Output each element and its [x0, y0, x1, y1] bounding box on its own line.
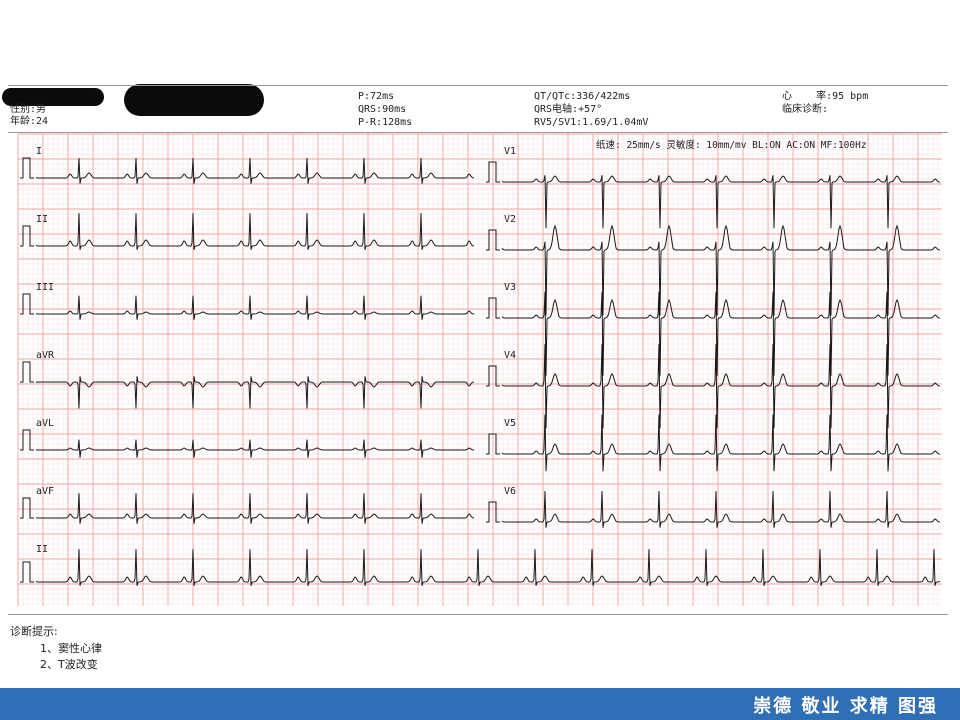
lead-label: III	[36, 282, 54, 293]
qt-qtc: QT/QTc:336/422ms	[534, 91, 631, 102]
patient-gender: 性别:男	[10, 104, 47, 115]
diagnosis-title: 诊断提示:	[10, 625, 58, 638]
ecg-chart: IIIIIIaVRaVLaVFV1V2V3V4V5V6II 纸速: 25mm/s…	[17, 133, 942, 606]
qrs-duration: QRS:90ms	[358, 104, 407, 115]
lead-label: V3	[504, 282, 516, 293]
calibration-pulse	[20, 157, 34, 179]
header-rule-top	[8, 85, 948, 86]
redacted-id	[124, 84, 264, 116]
lead-label: V6	[504, 486, 516, 497]
ecg-settings: 纸速: 25mm/s 灵敏度: 10mm/mv BL:ON AC:ON MF:1…	[596, 139, 867, 151]
footer-motto: 崇德 敬业 求精 图强	[753, 696, 938, 717]
lead-trace-ii	[35, 213, 475, 250]
diagnosis-item: 2、T波改变	[40, 658, 98, 671]
lead-label: V1	[504, 146, 516, 157]
lead-label: II	[36, 544, 48, 555]
rv5-sv1: RV5/SV1:1.69/1.04mV	[534, 117, 649, 128]
lead-label: I	[36, 146, 42, 157]
lead-label: aVL	[36, 418, 54, 429]
lead-label: V5	[504, 418, 516, 429]
lead-label: V2	[504, 214, 516, 225]
calibration-pulse	[20, 497, 34, 519]
heart-rate: 心 率:95 bpm	[782, 91, 869, 102]
lead-trace-avl	[35, 439, 475, 458]
lead-label: II	[36, 214, 48, 225]
chart-rule-bottom	[8, 614, 948, 615]
patient-age: 年龄:24	[10, 116, 49, 127]
lead-label: aVR	[36, 350, 55, 361]
pr-interval: P-R:128ms	[358, 117, 413, 128]
p-duration: P:72ms	[358, 91, 395, 102]
calibration-pulse	[20, 429, 34, 451]
footer-bar: 崇德 敬业 求精 图强	[0, 688, 960, 720]
diagnosis-item: 1、窦性心律	[40, 642, 102, 655]
lead-trace-avr	[35, 376, 475, 409]
clinical-diagnosis: 临床诊断:	[782, 104, 829, 115]
lead-trace-iii	[35, 295, 475, 320]
lead-trace-i	[35, 157, 475, 184]
lead-label: V4	[504, 350, 516, 361]
qrs-axis: QRS电轴:+57°	[534, 104, 603, 115]
lead-label: aVF	[36, 486, 54, 497]
